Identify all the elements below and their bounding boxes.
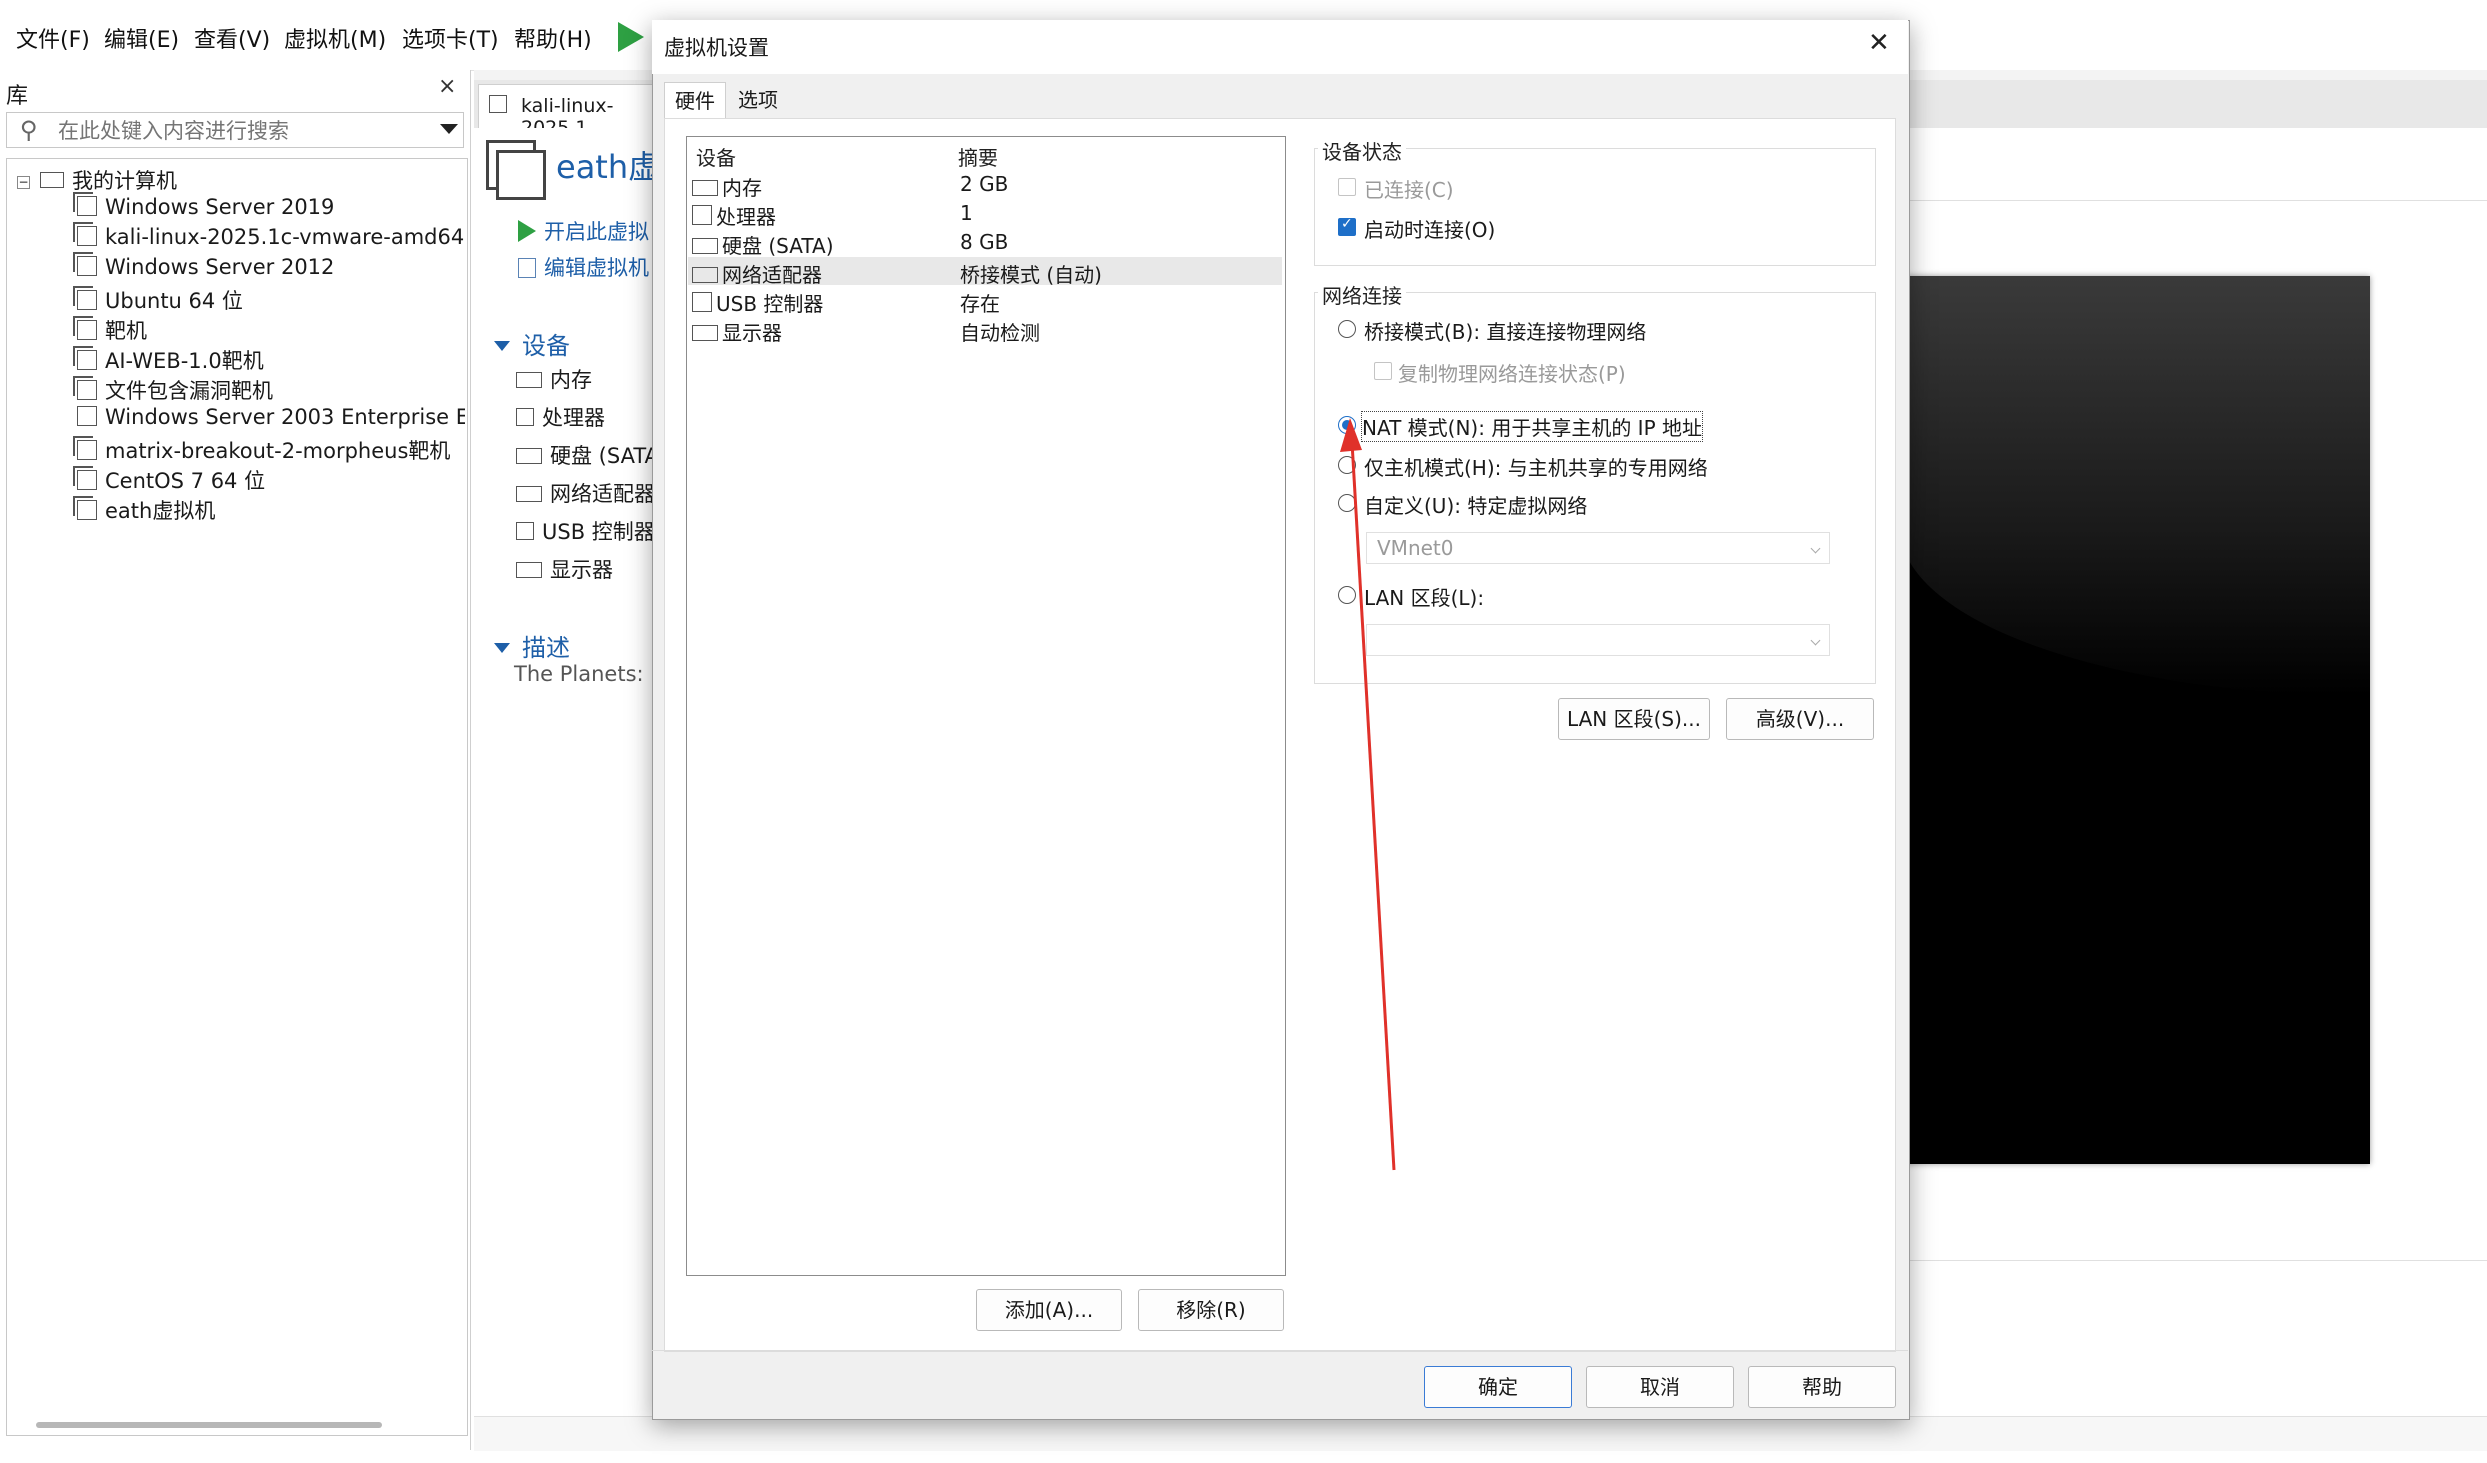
annotation-arrow-head <box>1340 418 1362 452</box>
annotation-arrow <box>1340 418 1396 1171</box>
annotation-arrow-line <box>1350 441 1396 1171</box>
